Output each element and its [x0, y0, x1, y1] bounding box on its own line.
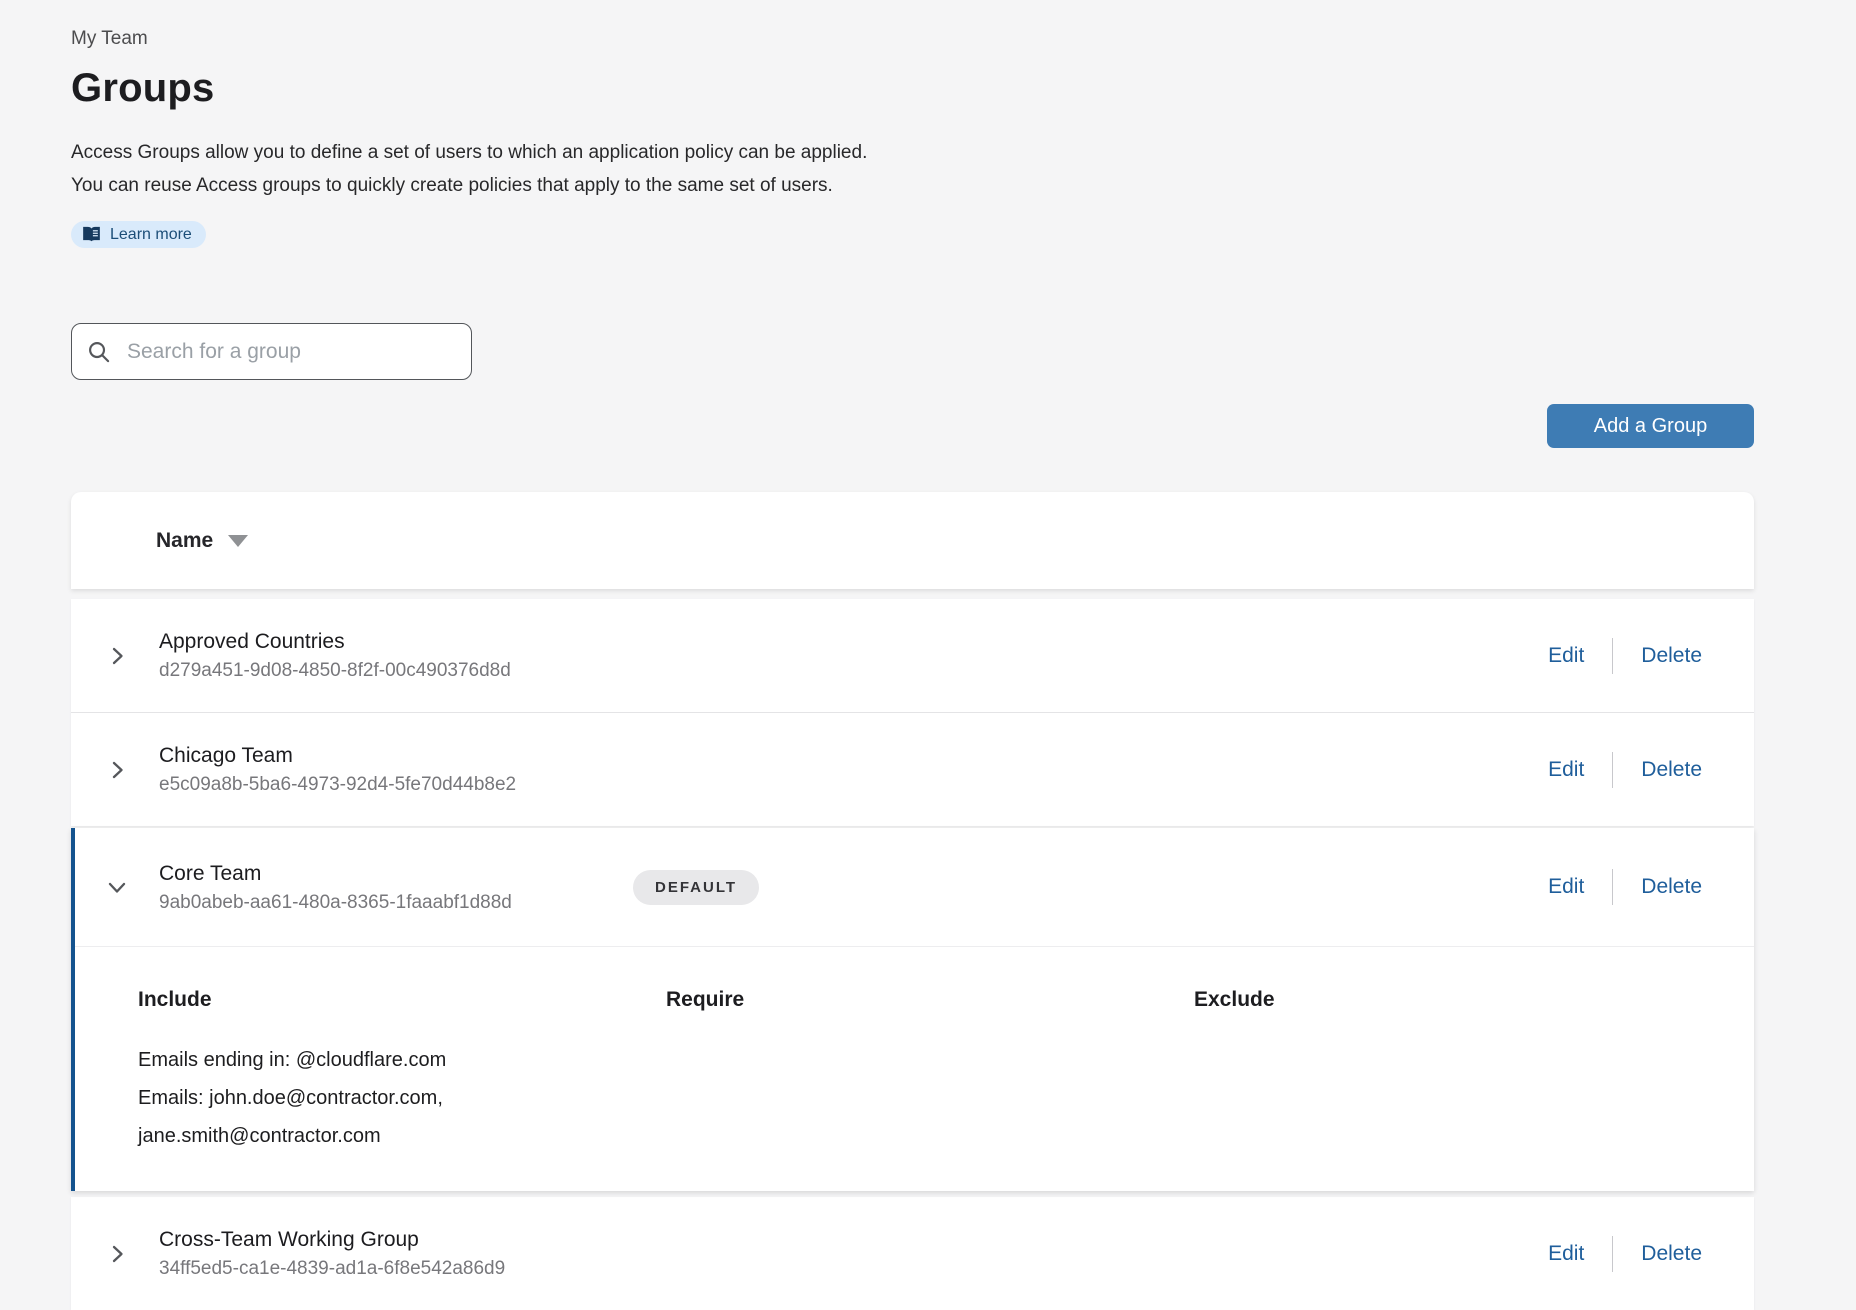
include-rule: Emails: john.doe@contractor.com, jane.sm… — [138, 1079, 638, 1155]
chevron-right-icon — [105, 644, 129, 668]
page-title: Groups — [71, 64, 1754, 112]
search-box — [71, 323, 472, 380]
edit-link[interactable]: Edit — [1548, 644, 1584, 668]
exclude-column-header: Exclude — [1194, 987, 1706, 1013]
add-group-button[interactable]: Add a Group — [1547, 404, 1754, 448]
row-actions: Edit Delete — [1548, 752, 1702, 788]
action-divider — [1612, 869, 1613, 905]
action-divider — [1612, 638, 1613, 674]
delete-link[interactable]: Delete — [1641, 644, 1702, 668]
include-rules-list: Emails ending in: @cloudflare.com Emails… — [138, 1041, 638, 1155]
search-icon — [86, 339, 112, 365]
group-name-block: Core Team 9ab0abeb-aa61-480a-8365-1faaab… — [159, 861, 539, 914]
sort-desc-icon[interactable] — [228, 535, 248, 547]
breadcrumb: My Team — [71, 27, 1754, 50]
group-name: Approved Countries — [159, 629, 511, 654]
rows-group-1: Approved Countries d279a451-9d08-4850-8f… — [71, 599, 1754, 826]
edit-link[interactable]: Edit — [1548, 758, 1584, 782]
learn-more-label: Learn more — [110, 226, 192, 244]
expand-row-button[interactable] — [105, 644, 159, 668]
default-badge: DEFAULT — [633, 870, 759, 905]
table-row: Core Team 9ab0abeb-aa61-480a-8365-1faaab… — [75, 828, 1754, 946]
table-header-row: Name — [71, 492, 1754, 589]
learn-more-button[interactable]: Learn more — [71, 221, 206, 248]
edit-link[interactable]: Edit — [1548, 875, 1584, 899]
group-id: 34ff5ed5-ca1e-4839-ad1a-6f8e542a86d9 — [159, 1258, 505, 1280]
row-actions: Edit Delete — [1548, 869, 1702, 905]
group-name: Cross-Team Working Group — [159, 1227, 505, 1252]
groups-table: Name Approved Countries d279a451-9d08-48… — [71, 492, 1754, 1310]
expand-row-button[interactable] — [105, 1242, 159, 1266]
table-row: Approved Countries d279a451-9d08-4850-8f… — [71, 599, 1754, 712]
rows-group-2: Cross-Team Working Group 34ff5ed5-ca1e-4… — [71, 1197, 1754, 1310]
delete-link[interactable]: Delete — [1641, 1242, 1702, 1266]
expanded-row-core-team: Core Team 9ab0abeb-aa61-480a-8365-1faaab… — [71, 828, 1754, 1191]
group-id: d279a451-9d08-4850-8f2f-00c490376d8d — [159, 660, 511, 682]
group-name: Chicago Team — [159, 743, 516, 768]
include-rule: Emails ending in: @cloudflare.com — [138, 1041, 638, 1079]
rule-column-headers: Include Require Exclude — [138, 987, 1706, 1013]
collapse-row-button[interactable] — [105, 875, 159, 899]
chevron-down-icon — [105, 875, 129, 899]
row-actions: Edit Delete — [1548, 1236, 1702, 1272]
chevron-right-icon — [105, 1242, 129, 1266]
chevron-right-icon — [105, 758, 129, 782]
group-id: 9ab0abeb-aa61-480a-8365-1faaabf1d88d — [159, 892, 539, 914]
group-name-block: Chicago Team e5c09a8b-5ba6-4973-92d4-5fe… — [159, 743, 516, 796]
action-divider — [1612, 752, 1613, 788]
name-column-header[interactable]: Name — [156, 529, 213, 553]
require-column-header: Require — [666, 987, 1194, 1013]
book-icon — [82, 226, 101, 243]
table-row: Cross-Team Working Group 34ff5ed5-ca1e-4… — [71, 1197, 1754, 1310]
delete-link[interactable]: Delete — [1641, 875, 1702, 899]
description-line-2: You can reuse Access groups to quickly c… — [71, 169, 1754, 202]
page-description: Access Groups allow you to define a set … — [71, 136, 1754, 202]
expand-row-button[interactable] — [105, 758, 159, 782]
delete-link[interactable]: Delete — [1641, 758, 1702, 782]
rule-details: Include Require Exclude Emails ending in… — [75, 946, 1754, 1191]
main-content: My Team Groups Access Groups allow you t… — [71, 0, 1754, 1310]
group-name-block: Approved Countries d279a451-9d08-4850-8f… — [159, 629, 511, 682]
action-divider — [1612, 1236, 1613, 1272]
group-id: e5c09a8b-5ba6-4973-92d4-5fe70d44b8e2 — [159, 774, 516, 796]
edit-link[interactable]: Edit — [1548, 1242, 1584, 1266]
search-input[interactable] — [125, 339, 457, 365]
description-line-1: Access Groups allow you to define a set … — [71, 136, 1754, 169]
group-name: Core Team — [159, 861, 539, 886]
table-row: Chicago Team e5c09a8b-5ba6-4973-92d4-5fe… — [71, 712, 1754, 826]
row-actions: Edit Delete — [1548, 638, 1702, 674]
include-column-header: Include — [138, 987, 666, 1013]
group-name-block: Cross-Team Working Group 34ff5ed5-ca1e-4… — [159, 1227, 505, 1280]
toolbar-actions: Add a Group — [71, 404, 1754, 448]
